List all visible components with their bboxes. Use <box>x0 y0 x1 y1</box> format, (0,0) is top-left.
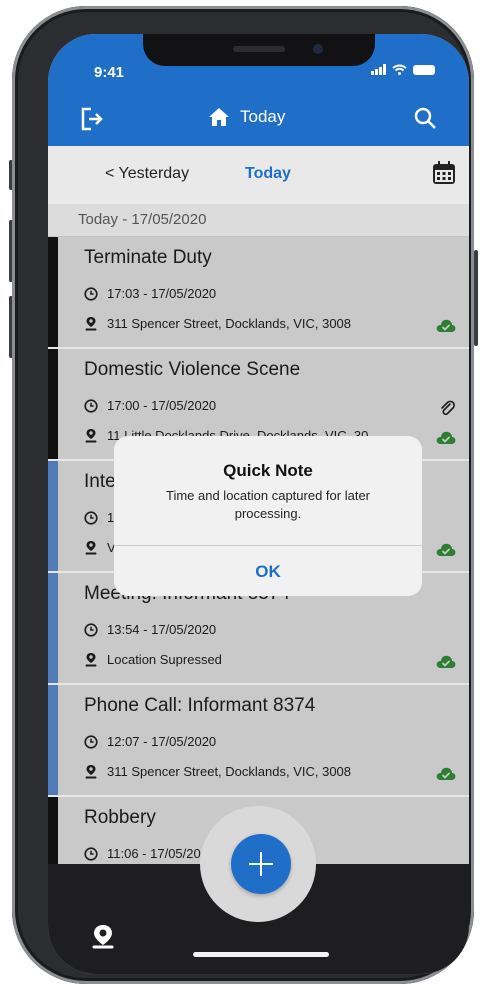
map-button[interactable] <box>88 922 118 952</box>
wifi-icon <box>392 64 407 75</box>
logout-button[interactable] <box>78 104 108 134</box>
event-list-item[interactable]: Terminate Duty 17:03 - 17/05/2020 311 Spen… <box>48 237 469 349</box>
today-tab[interactable]: Today <box>245 165 291 183</box>
event-color-bar <box>48 573 58 683</box>
search-button[interactable] <box>411 104 441 134</box>
event-time-row: 17:03 - 17/05/2020 <box>84 286 216 301</box>
day-navigation: < Yesterday Today <box>48 146 469 204</box>
location-pin-icon <box>85 429 97 443</box>
event-location-row: V <box>84 540 116 555</box>
app-header: 9:41 Today <box>48 34 469 146</box>
home-icon <box>209 108 229 126</box>
location-pin-icon <box>85 765 97 779</box>
cloud-check-icon <box>436 655 456 668</box>
event-list-item[interactable]: Phone Call: Informant 8374 12:07 - 17/05/… <box>48 685 469 797</box>
event-color-bar <box>48 237 58 347</box>
event-time-row: 12:07 - 17/05/2020 <box>84 734 216 749</box>
cloud-check-icon <box>436 431 456 444</box>
dialog-message: Time and location captured for later pro… <box>165 488 370 521</box>
clock-icon <box>84 622 98 637</box>
paperclip-icon <box>441 400 455 416</box>
event-title: Phone Call: Informant 8374 <box>84 695 316 716</box>
event-time: 12:07 - 17/05/2020 <box>107 734 217 749</box>
calendar-button[interactable] <box>431 160 457 186</box>
home-indicator <box>193 952 329 957</box>
clock-icon <box>84 734 98 749</box>
app-screen: 9:41 Today < Yesterday Today Today - 17/… <box>48 34 469 974</box>
yesterday-link[interactable]: < Yesterday <box>105 165 189 183</box>
phone-frame: 9:41 Today < Yesterday Today Today - 17/… <box>12 6 474 984</box>
clock-icon <box>84 510 98 525</box>
speaker-grill <box>233 46 285 52</box>
location-pin-icon <box>85 653 97 667</box>
location-pin-icon <box>85 541 97 555</box>
clock-icon <box>84 286 98 301</box>
event-title: Domestic Violence Scene <box>84 359 301 380</box>
event-location-row: 311 Spencer Street, Docklands, VIC, 3008 <box>84 764 351 779</box>
event-location-row: 311 Spencer Street, Docklands, VIC, 3008 <box>84 316 351 331</box>
status-icons <box>371 64 435 75</box>
event-color-bar <box>48 461 58 571</box>
date-label: Today - 17/05/2020 <box>78 211 207 228</box>
front-camera <box>313 44 323 54</box>
clock-icon <box>84 398 98 413</box>
status-time: 9:41 <box>94 64 125 81</box>
event-color-bar <box>48 685 58 795</box>
dialog-title: Quick Note <box>223 461 313 480</box>
clock-icon <box>84 846 98 861</box>
header-title-group: Today <box>208 107 285 127</box>
location-pin-icon <box>92 925 114 949</box>
dialog-ok-button[interactable]: OK <box>114 545 422 596</box>
quick-note-dialog: Quick Note Time and location captured fo… <box>114 436 422 596</box>
search-icon <box>414 107 436 129</box>
cloud-check-icon <box>436 767 456 780</box>
event-time-row: 13:54 - 17/05/2020 <box>84 622 216 637</box>
page-title: Today <box>240 107 286 126</box>
event-color-bar <box>48 349 58 459</box>
cloud-check-icon <box>436 543 456 556</box>
cloud-check-icon <box>436 319 456 332</box>
event-time: 13:54 - 17/05/2020 <box>107 622 217 637</box>
event-time: 17:00 - 17/05/2020 <box>107 398 217 413</box>
event-time-row: 17:00 - 17/05/2020 <box>84 398 216 413</box>
event-location: 311 Spencer Street, Docklands, VIC, 3008 <box>107 764 352 779</box>
event-time-row: 1 <box>84 510 114 525</box>
event-location: 311 Spencer Street, Docklands, VIC, 3008 <box>107 316 352 331</box>
signal-icon <box>371 64 386 75</box>
add-event-button[interactable] <box>231 834 291 894</box>
location-pin-icon <box>85 317 97 331</box>
event-time: 11:06 - 17/05/20 <box>107 846 201 861</box>
event-time: 17:03 - 17/05/2020 <box>107 286 217 301</box>
header-row: Today <box>48 104 469 142</box>
event-title: Robbery <box>84 807 156 828</box>
event-time-row: 11:06 - 17/05/20 <box>84 846 201 861</box>
calendar-icon <box>433 161 455 184</box>
notch <box>143 34 375 66</box>
date-section-header: Today - 17/05/2020 <box>48 204 469 236</box>
event-title: Inte <box>84 471 116 492</box>
event-location: Location Supressed <box>107 652 222 667</box>
event-title: Terminate Duty <box>84 247 212 268</box>
event-location-row: Location Supressed <box>84 652 222 667</box>
logout-icon <box>81 107 103 131</box>
power-button <box>474 250 478 346</box>
battery-icon <box>413 64 435 75</box>
